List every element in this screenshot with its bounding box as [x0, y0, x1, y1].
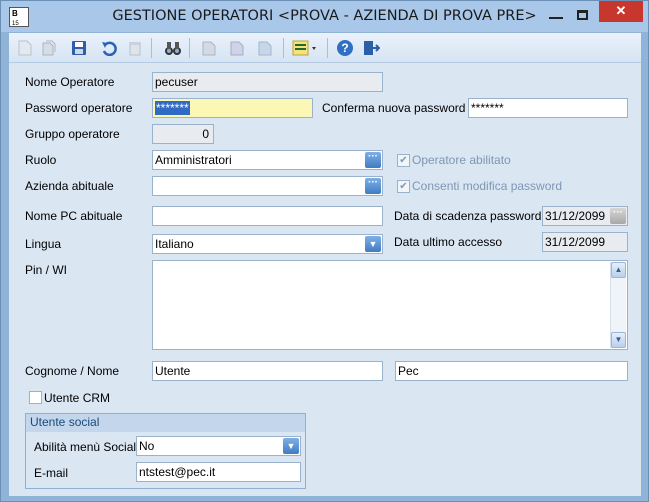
- lingua-label: Lingua: [25, 237, 62, 251]
- nome-field[interactable]: Pec: [395, 361, 628, 381]
- conferma-password-label: Conferma nuova password: [322, 101, 466, 115]
- toolbar-separator: [327, 38, 328, 58]
- lingua-value: Italiano: [155, 237, 194, 251]
- title-bar: B 15 GESTIONE OPERATORI <PROVA - AZIENDA…: [1, 1, 648, 32]
- cognome-nome-label: Cognome / Nome: [25, 364, 120, 378]
- ruolo-lookup-button[interactable]: ···: [365, 152, 381, 168]
- pin-label: Pin / WI: [25, 263, 68, 277]
- exit-icon[interactable]: [361, 38, 381, 58]
- azienda-label: Azienda abituale: [25, 179, 114, 193]
- gruppo-label: Gruppo operatore: [25, 127, 120, 141]
- password-field[interactable]: *******: [152, 98, 313, 118]
- toolbar-separator: [283, 38, 284, 58]
- ultimo-accesso-field: 31/12/2099: [542, 232, 628, 252]
- doc-icon-2[interactable]: [227, 38, 247, 58]
- maximize-icon[interactable]: [577, 10, 588, 20]
- azienda-lookup-button[interactable]: ···: [365, 178, 381, 194]
- ruolo-value: Amministratori: [155, 153, 232, 167]
- scadenza-field[interactable]: 31/12/2099 ···: [542, 206, 628, 226]
- form-area: Nome Operatore pecuser Password operator…: [9, 63, 641, 496]
- password-value: *******: [155, 101, 190, 115]
- toolbar: ?: [9, 33, 641, 63]
- email-field[interactable]: ntstest@pec.it: [136, 462, 301, 482]
- consenti-modifica-checkbox[interactable]: ✔: [397, 180, 410, 193]
- undo-icon[interactable]: [99, 38, 119, 58]
- ultimo-accesso-label: Data ultimo accesso: [394, 235, 503, 249]
- abilita-social-value: No: [139, 439, 155, 453]
- minimize-icon[interactable]: [549, 17, 563, 19]
- help-icon[interactable]: ?: [335, 38, 355, 58]
- utente-social-title: Utente social: [26, 414, 305, 432]
- ruolo-label: Ruolo: [25, 153, 57, 167]
- doc-icon-1[interactable]: [199, 38, 219, 58]
- consenti-modifica-label: Consenti modifica password: [412, 179, 563, 193]
- abilita-social-label: Abilità menù Social: [34, 440, 137, 454]
- scroll-down-icon[interactable]: ▼: [611, 332, 626, 348]
- utente-social-group: Utente social Abilità menù Social No ▼ E…: [25, 413, 306, 489]
- doc-icon-3[interactable]: [255, 38, 275, 58]
- scadenza-label: Data di scadenza password: [394, 209, 542, 223]
- nome-pc-label: Nome PC abituale: [25, 209, 123, 223]
- nome-operatore-field[interactable]: pecuser: [152, 72, 383, 92]
- list-dropdown-icon[interactable]: [291, 38, 321, 58]
- toolbar-separator: [189, 38, 190, 58]
- scadenza-calendar-button[interactable]: ···: [610, 208, 626, 224]
- delete-icon[interactable]: [125, 38, 145, 58]
- copy-icon[interactable]: [39, 38, 59, 58]
- scroll-up-icon[interactable]: ▲: [611, 262, 626, 278]
- operatore-abilitato-label: Operatore abilitato: [412, 153, 511, 167]
- gruppo-field[interactable]: 0: [152, 124, 214, 144]
- pin-scrollbar[interactable]: ▲ ▼: [610, 262, 626, 348]
- binoculars-icon[interactable]: [163, 38, 183, 58]
- pin-textarea[interactable]: ▲ ▼: [152, 260, 628, 350]
- cognome-field[interactable]: Utente: [152, 361, 383, 381]
- password-label: Password operatore: [25, 101, 133, 115]
- main-window: B 15 GESTIONE OPERATORI <PROVA - AZIENDA…: [0, 0, 649, 502]
- scadenza-value: 31/12/2099: [545, 209, 606, 223]
- chevron-down-icon[interactable]: ▼: [365, 236, 381, 252]
- window-title: GESTIONE OPERATORI <PROVA - AZIENDA DI P…: [112, 8, 537, 24]
- conferma-password-field[interactable]: *******: [468, 98, 628, 118]
- toolbar-separator: [151, 38, 152, 58]
- svg-text:?: ?: [341, 41, 348, 55]
- nome-operatore-label: Nome Operatore: [25, 75, 115, 89]
- save-icon[interactable]: [69, 38, 89, 58]
- utente-crm-label: Utente CRM: [44, 391, 111, 405]
- nome-pc-field[interactable]: [152, 206, 383, 226]
- ruolo-field[interactable]: Amministratori ···: [152, 150, 383, 170]
- email-label: E-mail: [34, 466, 69, 480]
- operatore-abilitato-checkbox[interactable]: ✔: [397, 154, 410, 167]
- close-button[interactable]: ✕: [599, 1, 643, 22]
- lingua-select[interactable]: Italiano ▼: [152, 234, 383, 254]
- abilita-social-select[interactable]: No ▼: [136, 436, 301, 456]
- new-icon[interactable]: [15, 38, 35, 58]
- chevron-down-icon[interactable]: ▼: [283, 438, 299, 454]
- utente-crm-checkbox[interactable]: [29, 391, 42, 404]
- azienda-field[interactable]: ···: [152, 176, 383, 196]
